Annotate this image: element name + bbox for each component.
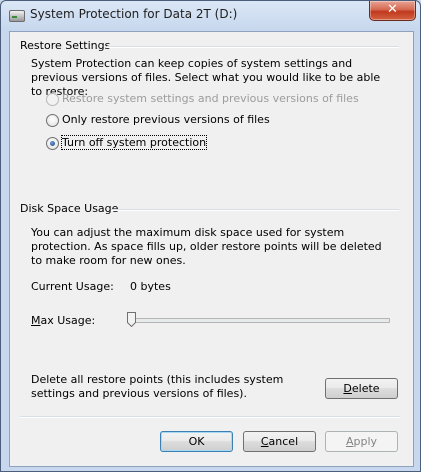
system-protection-dialog: System Protection for Data 2T (D:) ✕ Res… — [0, 0, 421, 472]
radio-label: Restore system settings and previous ver… — [62, 92, 359, 105]
cancel-button[interactable]: Cancel — [243, 431, 316, 452]
delete-description: Delete all restore points (this includes… — [31, 373, 284, 400]
disk-space-divider — [111, 209, 399, 211]
radio-label: Only restore previous versions of files — [62, 113, 270, 126]
close-icon: ✕ — [387, 2, 398, 17]
radio-button[interactable] — [46, 137, 59, 150]
current-usage-label: Current Usage: — [31, 280, 114, 293]
close-button[interactable]: ✕ — [369, 1, 416, 21]
max-usage-slider-thumb[interactable] — [127, 312, 136, 327]
buttons-divider — [20, 416, 400, 418]
title-bar[interactable]: System Protection for Data 2T (D:) ✕ — [1, 1, 420, 29]
disk-space-description: You can adjust the maximum disk space us… — [31, 226, 382, 267]
radio-selected-dot — [50, 141, 55, 146]
radio-button[interactable] — [46, 114, 59, 127]
max-usage-slider-track[interactable] — [132, 318, 390, 323]
max-usage-label: Max Usage: — [31, 314, 96, 327]
restore-settings-divider — [107, 46, 399, 48]
current-usage-value: 0 bytes — [130, 280, 171, 293]
drive-icon — [9, 10, 25, 22]
delete-button[interactable]: Delete — [325, 378, 398, 399]
restore-settings-title: Restore Settings — [20, 39, 111, 52]
radio-label: Turn off system protection — [60, 135, 208, 150]
disk-space-usage-title: Disk Space Usage — [20, 202, 119, 215]
window-title: System Protection for Data 2T (D:) — [30, 7, 238, 21]
radio-button[interactable] — [46, 93, 59, 106]
apply-button[interactable]: Apply — [325, 431, 398, 452]
dialog-content: Restore Settings System Protection can k… — [9, 31, 414, 467]
ok-button[interactable]: OK — [160, 431, 233, 452]
